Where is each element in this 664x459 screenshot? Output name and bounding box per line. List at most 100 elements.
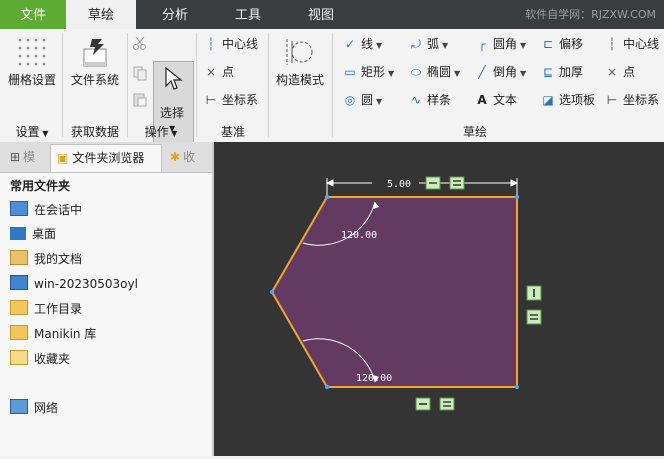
dropdown-arrow-icon: ▼ [442, 41, 449, 50]
length-dimension-value[interactable]: 5.00 [387, 179, 411, 190]
datum-point-label: 点 [222, 65, 235, 79]
model-tree-tab-label: 模 [23, 150, 36, 164]
horizontal-constraint-icon[interactable] [415, 397, 431, 411]
sketch-rectangle-button[interactable]: ▭ 矩形 ▼ [342, 63, 394, 81]
favorites-icon: ✱ [170, 150, 181, 164]
arc-icon: ⤾ [411, 37, 421, 51]
documents-folder-icon [10, 250, 28, 265]
list-item-label: 桌面 [32, 227, 57, 241]
select-label: 选择 [160, 106, 185, 120]
sketch-point-button[interactable]: × 点 [604, 63, 635, 81]
dropdown-arrow-icon: ▼ [376, 41, 383, 50]
coordinate-system-icon: ⊢ [205, 93, 217, 107]
file-system-button[interactable]: 文件系统 [66, 35, 124, 88]
chamfer-icon: ╱ [478, 65, 486, 79]
navigator-panel: ⊞ 模 ▣ 文件夹浏览器 ✱ 收 常用文件夹 在会话中 桌面 我的文档 win-202… [0, 142, 214, 456]
datum-group-label: 基准 [220, 125, 245, 139]
paste-icon[interactable] [132, 91, 148, 110]
ribbon-tab-bar: 文件 草绘 分析 工具 视图 软件自学网：RJZXW.COM [0, 0, 664, 29]
angle-dimension-top-value[interactable]: 120.00 [341, 230, 377, 241]
list-item-network[interactable]: 网络 [10, 398, 58, 418]
computer-icon [10, 275, 28, 290]
divider [196, 33, 197, 137]
sketch-chamfer-button[interactable]: ╱ 倒角 ▼ [474, 63, 526, 81]
sketch-canvas[interactable]: 5.00 120.00 120.00 [214, 142, 664, 456]
list-item-favorites[interactable]: 收藏夹 [10, 349, 70, 369]
thicken-icon: ⊑ [542, 65, 554, 79]
sketch-spline-label: 样条 [427, 93, 452, 107]
sketch-circle-label: 圆 [361, 93, 374, 107]
copy-icon[interactable] [132, 65, 148, 84]
tab-sketch[interactable]: 草绘 [66, 0, 136, 29]
sketch-thicken-button[interactable]: ⊑ 加厚 [540, 63, 583, 81]
divider [62, 33, 63, 137]
point-icon: × [205, 65, 217, 79]
fillet-icon: ╭ [478, 37, 486, 51]
tab-analysis[interactable]: 分析 [136, 0, 214, 29]
circle-icon: ◎ [344, 93, 356, 107]
tab-view[interactable]: 视图 [282, 0, 360, 29]
ribbon: 栅格设置 设置 ▼ 文件系统 获取数据 选择 ▼ 操作 ▼ ┆ 中心线 × 点 ⊢ 坐… [0, 29, 664, 143]
vertical-constraint-icon[interactable] [526, 285, 542, 301]
vertex-point [514, 194, 520, 200]
length-dimension[interactable] [325, 178, 519, 195]
operations-group-menu[interactable]: 操作 ▼ [128, 123, 194, 139]
sketch-circle-button[interactable]: ◎ 圆 ▼ [342, 91, 382, 109]
vertex-point [324, 384, 330, 390]
network-icon [10, 399, 28, 414]
cursor-arrow-icon [165, 67, 183, 90]
sketch-ellipse-button[interactable]: ⬭ 椭圆 ▼ [408, 63, 460, 81]
tab-tools[interactable]: 工具 [214, 0, 282, 29]
sketch-text-button[interactable]: A 文本 [474, 91, 517, 109]
sketch-spline-button[interactable]: ∿ 样条 [408, 91, 451, 109]
list-item-manikin-library[interactable]: Manikin 库 [10, 324, 96, 344]
list-item-label: Manikin 库 [34, 327, 97, 341]
tab-favorites[interactable]: ✱ 收 [164, 144, 210, 171]
list-item-label: 工作目录 [34, 302, 83, 316]
datum-centerline-button[interactable]: ┆ 中心线 [203, 35, 258, 53]
sketch-chamfer-label: 倒角 [493, 65, 518, 79]
equal-constraint-icon[interactable] [526, 309, 542, 325]
equal-constraint-icon[interactable] [439, 397, 455, 411]
sketch-coordinate-system-button[interactable]: ⊢ 坐标系 [604, 91, 659, 109]
sketch-palette-button[interactable]: ◪ 选项板 [540, 91, 595, 109]
folder-browser-tab-label: 文件夹浏览器 [72, 151, 145, 165]
sketch-group-label: 草绘 [462, 125, 487, 139]
datum-coord-label: 坐标系 [222, 93, 259, 107]
offset-icon: ⊏ [542, 37, 554, 51]
sketch-arc-button[interactable]: ⤾ 弧 ▼ [408, 35, 448, 53]
list-item-my-documents[interactable]: 我的文档 [10, 249, 82, 269]
datum-centerline-label: 中心线 [222, 37, 259, 51]
dropdown-arrow-icon: ▼ [39, 129, 49, 138]
list-item-desktop[interactable]: 桌面 [10, 224, 56, 244]
palette-icon: ◪ [542, 93, 554, 107]
cut-icon[interactable] [132, 35, 148, 54]
list-item-in-session[interactable]: 在会话中 [10, 200, 82, 220]
folder-icon [10, 300, 28, 315]
panel-tabs: ⊞ 模 ▣ 文件夹浏览器 ✱ 收 [0, 142, 212, 173]
settings-group-menu[interactable]: 设置 ▼ [6, 123, 58, 139]
sketch-line-button[interactable]: ✓ 线 ▼ [342, 35, 382, 53]
sketch-offset-button[interactable]: ⊏ 偏移 [540, 35, 583, 53]
dropdown-arrow-icon: ▼ [388, 69, 395, 78]
monitor-icon [10, 201, 28, 216]
construction-mode-button[interactable]: 构造模式 [272, 35, 328, 88]
equal-constraint-icon[interactable] [425, 176, 441, 190]
tab-model-tree[interactable]: ⊞ 模 [4, 144, 46, 171]
list-item-computer[interactable]: win-20230503oyl [10, 274, 138, 294]
sketch-centerline-button[interactable]: ┆ 中心线 [604, 35, 659, 53]
dropdown-arrow-icon: ▼ [168, 129, 178, 138]
folder-icon [10, 325, 28, 340]
sketch-polygon[interactable] [270, 196, 518, 388]
equal-constraint-icon[interactable] [449, 176, 465, 190]
sketch-offset-label: 偏移 [559, 37, 584, 51]
datum-coordinate-system-button[interactable]: ⊢ 坐标系 [203, 91, 258, 109]
datum-point-button[interactable]: × 点 [203, 63, 234, 81]
grid-settings-button[interactable]: 栅格设置 [4, 35, 60, 88]
list-item-working-directory[interactable]: 工作目录 [10, 299, 82, 319]
list-item-label: 在会话中 [34, 203, 83, 217]
angle-dimension-bottom-value[interactable]: 120.00 [356, 373, 392, 384]
sketch-fillet-button[interactable]: ╭ 圆角 ▼ [474, 35, 526, 53]
tab-file[interactable]: 文件 [0, 0, 66, 29]
tab-folder-browser[interactable]: ▣ 文件夹浏览器 [50, 144, 162, 172]
